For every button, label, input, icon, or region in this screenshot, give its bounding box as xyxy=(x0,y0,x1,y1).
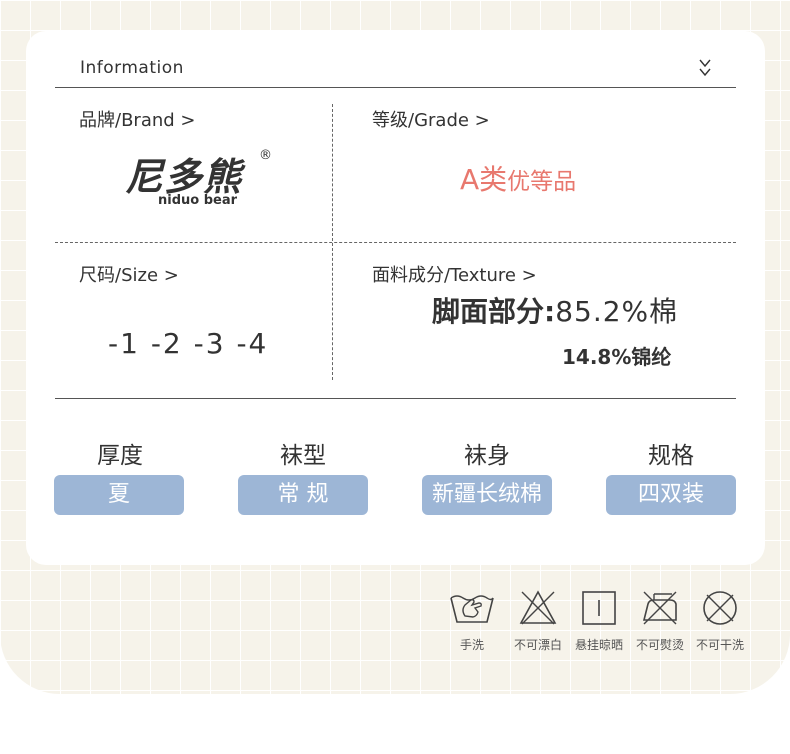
hand-wash-icon xyxy=(450,595,494,623)
texture-secondary: 14.8%锦纶 xyxy=(562,345,672,369)
brand-label: 品牌/Brand > xyxy=(79,110,196,131)
grade-value-main: A类 xyxy=(460,163,508,196)
grade-value-sub: 优等品 xyxy=(507,169,577,195)
attr-title-sock-type: 袜型 xyxy=(280,443,326,469)
attr-pill-sock-body: 新疆长绒棉 xyxy=(422,475,552,515)
attr-pill-sock-type: 常 规 xyxy=(238,475,368,515)
size-values: -1 -2 -3 -4 xyxy=(108,327,269,360)
texture-main: 脚面部分:85.2%棉 xyxy=(432,290,678,330)
care-item-hand-wash: 手洗 xyxy=(435,588,509,653)
no-bleach-icon xyxy=(519,590,557,625)
table-bottom-divider xyxy=(55,398,736,399)
section-title: Information xyxy=(80,58,184,78)
grade-value: A类优等品 xyxy=(460,158,576,198)
hang-dry-icon xyxy=(582,591,616,625)
size-label: 尺码/Size > xyxy=(79,265,179,286)
no-dry-clean-icon xyxy=(703,591,737,625)
attr-pill-thickness: 夏 xyxy=(54,475,184,515)
care-item-no-dry-clean: 不可干洗 xyxy=(683,588,757,653)
attr-title-sock-body: 袜身 xyxy=(464,443,510,469)
column-divider xyxy=(332,104,333,380)
attr-title-thickness: 厚度 xyxy=(97,443,143,469)
registered-mark: ® xyxy=(259,148,272,163)
double-chevron-down-icon[interactable] xyxy=(698,56,712,80)
header-divider xyxy=(55,87,736,88)
row-divider xyxy=(55,242,736,243)
logo-subtext: niduo bear xyxy=(158,193,238,208)
attr-pill-spec: 四双装 xyxy=(606,475,736,515)
attr-title-spec: 规格 xyxy=(648,443,694,469)
grade-label: 等级/Grade > xyxy=(372,110,490,131)
brand-logo: 尼多熊 ® niduo bear xyxy=(125,146,275,212)
texture-main-value: 85.2%棉 xyxy=(555,295,679,328)
texture-main-prefix: 脚面部分: xyxy=(432,295,556,328)
care-label-hand-wash: 手洗 xyxy=(459,638,484,652)
care-label-no-dry-clean: 不可干洗 xyxy=(695,638,744,652)
no-iron-icon xyxy=(642,591,677,625)
texture-label: 面料成分/Texture > xyxy=(372,265,537,286)
